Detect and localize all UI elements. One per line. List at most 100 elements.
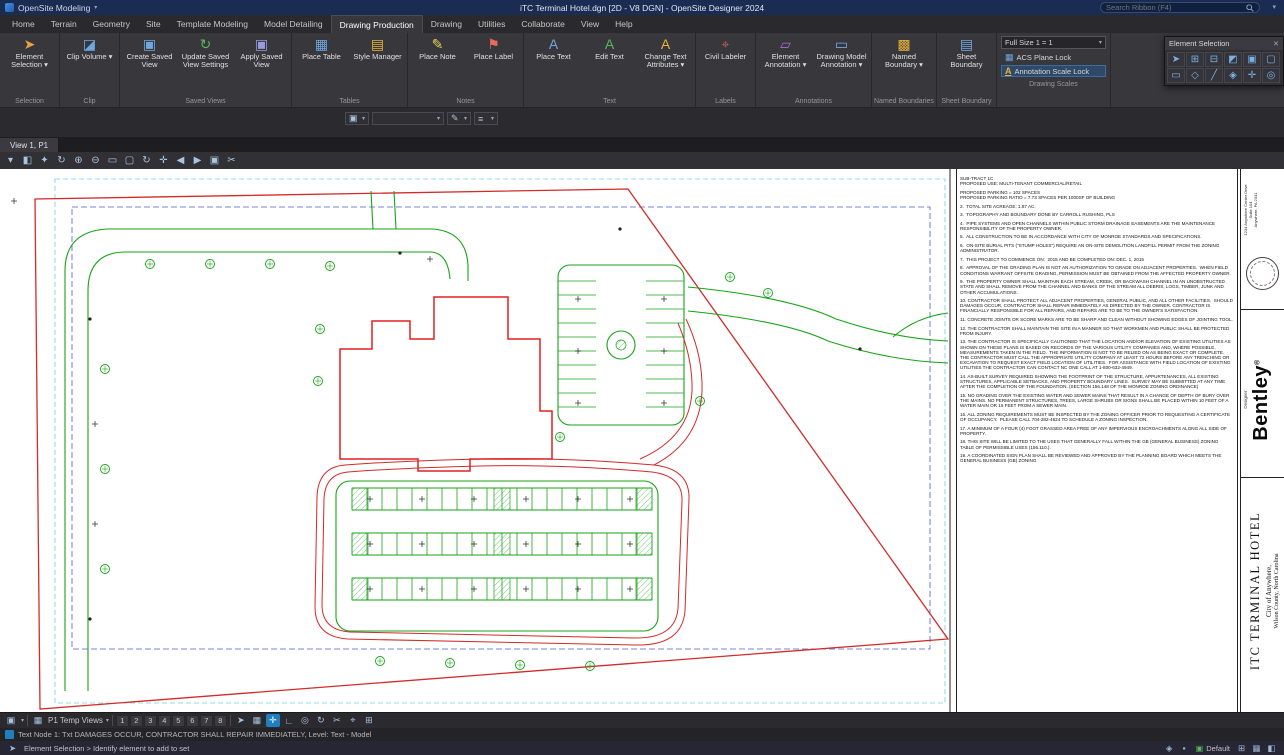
view-group-menu-icon[interactable]: ▣ xyxy=(4,714,18,727)
window-area-icon[interactable]: ▭ xyxy=(105,153,120,168)
clip-volume-view-icon[interactable]: ✂ xyxy=(224,153,239,168)
selection-set-icon[interactable]: ⊞ xyxy=(1235,742,1248,754)
view-tools-dropdown-icon[interactable]: ▾ xyxy=(3,153,18,168)
ribbon-tab-template-modeling[interactable]: Template Modeling xyxy=(169,15,256,33)
invert-selection-icon[interactable]: ◩ xyxy=(1224,52,1242,67)
drawing-canvas[interactable]: SUB-TRACT 1C PROPOSED USE: MULTI-TENANT … xyxy=(0,169,1284,712)
select-touching-icon[interactable]: ✛ xyxy=(1243,68,1261,83)
style-manager-button[interactable]: ▤Style Manager xyxy=(350,34,405,63)
copy-view-icon[interactable]: ▣ xyxy=(207,153,222,168)
view-next-icon[interactable]: ▶ xyxy=(190,153,205,168)
acs-plane-lock-toggle[interactable]: ▦ ACS Plane Lock xyxy=(1001,51,1106,63)
ribbon-search[interactable] xyxy=(1100,2,1260,13)
active-text-style-picker[interactable]: ✎▾ xyxy=(447,112,471,125)
subtract-from-selection-icon[interactable]: ⊟ xyxy=(1205,52,1223,67)
accudraw-icon[interactable]: ✛ xyxy=(266,714,280,727)
ribbon-tab-home[interactable]: Home xyxy=(4,15,43,33)
pan-view-icon[interactable]: ✛ xyxy=(156,153,171,168)
place-label-button[interactable]: ⚑Place Label xyxy=(466,34,521,63)
create-saved-view-button[interactable]: ▣Create Saved View xyxy=(122,34,177,71)
view-toggle-1[interactable]: 1 xyxy=(116,715,129,727)
element-selection-button[interactable]: ➤Element Selection ▾ xyxy=(2,34,57,71)
zoom-in-icon[interactable]: ⊕ xyxy=(71,153,86,168)
select-by-shape-icon[interactable]: ◇ xyxy=(1186,68,1204,83)
close-icon[interactable]: ✕ xyxy=(1273,40,1279,48)
template-icon: ▣ xyxy=(349,113,358,124)
cut-icon[interactable]: ✂ xyxy=(330,714,344,727)
display-style-status-icon[interactable]: ◧ xyxy=(1265,742,1278,754)
view-adjust-icon[interactable]: ✦ xyxy=(37,153,52,168)
view-toggle-6[interactable]: 6 xyxy=(186,715,199,727)
new-selection-icon[interactable]: ➤ xyxy=(1167,52,1185,67)
target-icon[interactable]: ⌖ xyxy=(346,714,360,727)
clip-volume-button[interactable]: ◪Clip Volume ▾ xyxy=(62,34,117,63)
zoom-out-icon[interactable]: ⊖ xyxy=(88,153,103,168)
fence-icon[interactable]: ▦ xyxy=(250,714,264,727)
active-element-template-picker[interactable]: ▣▾ xyxy=(345,112,369,125)
element-template-dropdown[interactable]: ▾ xyxy=(372,112,444,125)
snap-compass-icon[interactable]: ◎ xyxy=(298,714,312,727)
add-to-selection-icon[interactable]: ⊞ xyxy=(1186,52,1204,67)
view-toggle-8[interactable]: 8 xyxy=(214,715,227,727)
view-toggle-4[interactable]: 4 xyxy=(158,715,171,727)
ribbon-tab-drawing[interactable]: Drawing xyxy=(423,15,470,33)
sheet-notes-column: SUB-TRACT 1C PROPOSED USE: MULTI-TENANT … xyxy=(956,169,1238,712)
ribbon-tab-model-detailing[interactable]: Model Detailing xyxy=(256,15,331,33)
edit-text-button[interactable]: AEdit Text xyxy=(582,34,637,63)
fit-view-icon[interactable]: ▢ xyxy=(122,153,137,168)
ribbon-tab-collaborate[interactable]: Collaborate xyxy=(513,15,572,33)
active-level-indicator[interactable]: ▣ Default xyxy=(1196,744,1230,753)
view-display-style-icon[interactable]: ◧ xyxy=(20,153,35,168)
change-text-attributes-button[interactable]: AChange Text Attributes ▾ xyxy=(638,34,693,71)
rotate-view-icon[interactable]: ↻ xyxy=(139,153,154,168)
element-annotation-button[interactable]: ▱Element Annotation ▾ xyxy=(758,34,813,71)
select-by-attributes-icon[interactable]: ◈ xyxy=(1224,68,1242,83)
place-text-button[interactable]: APlace Text xyxy=(526,34,581,63)
ribbon-tab-site[interactable]: Site xyxy=(138,15,169,33)
workflow-selector[interactable]: OpenSite Modeling xyxy=(18,3,90,13)
selection-mode-icon[interactable]: ◎ xyxy=(1262,68,1280,83)
ribbon-button-label: Civil Labeler xyxy=(705,53,746,61)
civil-labeler-button[interactable]: ⌖Civil Labeler xyxy=(698,34,753,63)
cursor-icon[interactable]: ➤ xyxy=(234,714,248,727)
update-view-icon[interactable]: ↻ xyxy=(54,153,69,168)
ribbon-tab-drawing-production[interactable]: Drawing Production xyxy=(331,15,423,33)
active-dimension-style-picker[interactable]: ≡▾ xyxy=(474,112,498,125)
ribbon-tab-view[interactable]: View xyxy=(573,15,607,33)
ribbon-tab-utilities[interactable]: Utilities xyxy=(470,15,513,33)
view-toggle-2[interactable]: 2 xyxy=(130,715,143,727)
grid-icon[interactable]: ⊞ xyxy=(362,714,376,727)
ortho-lock-icon[interactable]: ∟ xyxy=(282,714,296,727)
acs-plane-lock-label: ACS Plane Lock xyxy=(1016,53,1071,62)
drawing-scale-select[interactable]: Full Size 1 = 1 ▾ xyxy=(1001,36,1106,49)
drawing-model-annotation-button[interactable]: ▭Drawing Model Annotation ▾ xyxy=(814,34,869,71)
place-note-button[interactable]: ✎Place Note xyxy=(410,34,465,63)
rotate-icon[interactable]: ↻ xyxy=(314,714,328,727)
select-by-line-icon[interactable]: ╱ xyxy=(1205,68,1223,83)
clear-selection-icon[interactable]: ▢ xyxy=(1262,52,1280,67)
view-previous-icon[interactable]: ◀ xyxy=(173,153,188,168)
titlebar-overflow-icon[interactable]: ▾ xyxy=(1272,3,1276,11)
view-group-selector[interactable]: ▦ P1 Temp Views ▾ xyxy=(31,714,109,727)
view-toggle-3[interactable]: 3 xyxy=(144,715,157,727)
view-toggle-5[interactable]: 5 xyxy=(172,715,185,727)
ribbon-tab-geometry[interactable]: Geometry xyxy=(85,15,138,33)
annotation-scale-lock-toggle[interactable]: A Annotation Scale Lock xyxy=(1001,65,1106,77)
place-table-button[interactable]: ▦Place Table xyxy=(294,34,349,63)
search-input[interactable] xyxy=(1106,3,1243,12)
sheet-boundary-button[interactable]: ▤Sheet Boundary xyxy=(939,34,994,71)
ribbon-group-label: Tables xyxy=(294,95,405,107)
select-by-block-icon[interactable]: ▭ xyxy=(1167,68,1185,83)
ribbon-tab-help[interactable]: Help xyxy=(607,15,640,33)
ribbon-tab-terrain[interactable]: Terrain xyxy=(43,15,85,33)
named-boundary-button[interactable]: ▩Named Boundary ▾ xyxy=(876,34,931,71)
problems-icon[interactable]: ◈ xyxy=(1163,742,1176,754)
view-toggle-7[interactable]: 7 xyxy=(200,715,213,727)
update-saved-view-settings-button[interactable]: ↻Update Saved View Settings xyxy=(178,34,233,71)
view-tab-view1-p1[interactable]: View 1, P1 xyxy=(0,138,59,152)
locks-status-icon[interactable]: ▪ xyxy=(1178,742,1191,754)
element-selection-panel[interactable]: Element Selection ✕ ➤⊞⊟◩▣▢▭◇╱◈✛◎ xyxy=(1164,36,1284,86)
fence-status-icon[interactable]: ▦ xyxy=(1250,742,1263,754)
apply-saved-view-button[interactable]: ▣Apply Saved View xyxy=(234,34,289,71)
select-all-icon[interactable]: ▣ xyxy=(1243,52,1261,67)
